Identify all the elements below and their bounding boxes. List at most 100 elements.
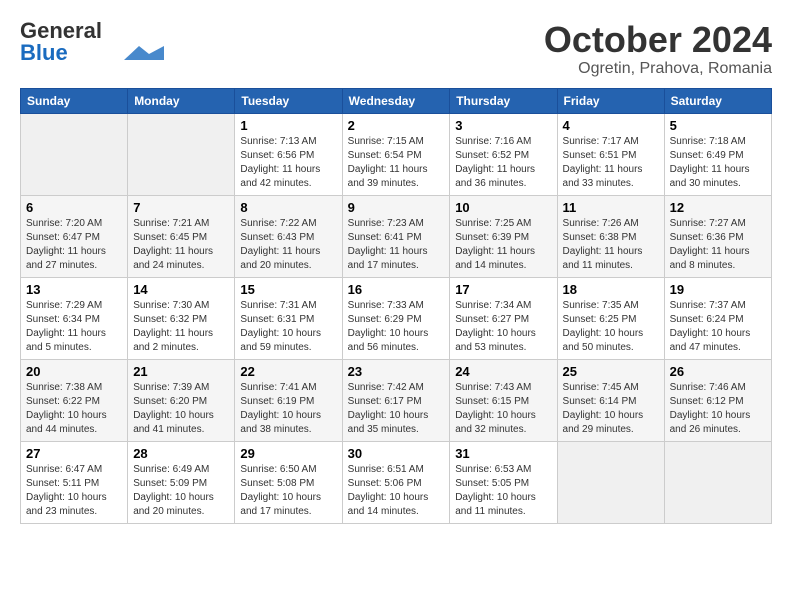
day-number: 28 [133,446,229,461]
calendar-week-row: 27 Sunrise: 6:47 AM Sunset: 5:11 PM Dayli… [21,441,772,523]
calendar-cell: 31 Sunrise: 6:53 AM Sunset: 5:05 PM Dayli… [450,441,557,523]
weekday-header: Friday [557,88,664,113]
day-info: Sunrise: 6:50 AM Sunset: 5:08 PM Dayligh… [240,463,336,519]
logo: General Blue [20,20,164,64]
calendar-cell: 18Sunrise: 7:35 AM Sunset: 6:25 PM Dayli… [557,277,664,359]
weekday-header-row: SundayMondayTuesdayWednesdayThursdayFrid… [21,88,772,113]
calendar-cell: 8Sunrise: 7:22 AM Sunset: 6:43 PM Daylig… [235,195,342,277]
calendar-cell [664,441,771,523]
day-number: 7 [133,200,229,215]
calendar-cell [557,441,664,523]
day-number: 24 [455,364,551,379]
day-number: 3 [455,118,551,133]
day-info: Sunrise: 7:31 AM Sunset: 6:31 PM Dayligh… [240,299,336,355]
day-number: 15 [240,282,336,297]
day-info: Sunrise: 7:39 AM Sunset: 6:20 PM Dayligh… [133,381,229,437]
day-info: Sunrise: 7:13 AM Sunset: 6:56 PM Dayligh… [240,135,336,191]
calendar-cell: 23Sunrise: 7:42 AM Sunset: 6:17 PM Dayli… [342,359,450,441]
day-info: Sunrise: 7:21 AM Sunset: 6:45 PM Dayligh… [133,217,229,273]
calendar-cell: 6 Sunrise: 7:20 AM Sunset: 6:47 PM Daylig… [21,195,128,277]
calendar-cell: 9 Sunrise: 7:23 AM Sunset: 6:41 PM Daylig… [342,195,450,277]
day-info: Sunrise: 7:29 AM Sunset: 6:34 PM Dayligh… [26,299,122,355]
day-info: Sunrise: 6:53 AM Sunset: 5:05 PM Dayligh… [455,463,551,519]
day-info: Sunrise: 7:20 AM Sunset: 6:47 PM Dayligh… [26,217,122,273]
day-number: 2 [348,118,445,133]
day-number: 30 [348,446,445,461]
day-info: Sunrise: 7:33 AM Sunset: 6:29 PM Dayligh… [348,299,445,355]
day-number: 11 [563,200,659,215]
weekday-header: Sunday [21,88,128,113]
weekday-header: Saturday [664,88,771,113]
day-number: 21 [133,364,229,379]
day-number: 13 [26,282,122,297]
calendar-week-row: 20 Sunrise: 7:38 AM Sunset: 6:22 PM Dayli… [21,359,772,441]
day-info: Sunrise: 7:18 AM Sunset: 6:49 PM Dayligh… [670,135,766,191]
calendar-cell: 26Sunrise: 7:46 AM Sunset: 6:12 PM Dayli… [664,359,771,441]
calendar-cell: 21 Sunrise: 7:39 AM Sunset: 6:20 PM Dayli… [128,359,235,441]
day-number: 17 [455,282,551,297]
calendar-cell: 24 Sunrise: 7:43 AM Sunset: 6:15 PM Dayli… [450,359,557,441]
day-number: 6 [26,200,122,215]
calendar-cell: 4 Sunrise: 7:17 AM Sunset: 6:51 PM Daylig… [557,113,664,195]
calendar-cell: 1 Sunrise: 7:13 AM Sunset: 6:56 PM Daylig… [235,113,342,195]
day-info: Sunrise: 7:43 AM Sunset: 6:15 PM Dayligh… [455,381,551,437]
month-title: October 2024 [544,20,772,60]
calendar-cell: 15 Sunrise: 7:31 AM Sunset: 6:31 PM Dayli… [235,277,342,359]
day-number: 14 [133,282,229,297]
day-info: Sunrise: 7:38 AM Sunset: 6:22 PM Dayligh… [26,381,122,437]
calendar-cell [128,113,235,195]
day-number: 12 [670,200,766,215]
day-number: 31 [455,446,551,461]
calendar-cell: 27 Sunrise: 6:47 AM Sunset: 5:11 PM Dayli… [21,441,128,523]
day-info: Sunrise: 7:34 AM Sunset: 6:27 PM Dayligh… [455,299,551,355]
calendar-cell: 14 Sunrise: 7:30 AM Sunset: 6:32 PM Dayli… [128,277,235,359]
day-number: 29 [240,446,336,461]
location-title: Ogretin, Prahova, Romania [544,60,772,78]
calendar-week-row: 13 Sunrise: 7:29 AM Sunset: 6:34 PM Dayli… [21,277,772,359]
day-info: Sunrise: 7:15 AM Sunset: 6:54 PM Dayligh… [348,135,445,191]
calendar-cell: 19Sunrise: 7:37 AM Sunset: 6:24 PM Dayli… [664,277,771,359]
day-number: 22 [240,364,336,379]
day-number: 9 [348,200,445,215]
day-number: 10 [455,200,551,215]
day-number: 20 [26,364,122,379]
day-info: Sunrise: 7:35 AM Sunset: 6:25 PM Dayligh… [563,299,659,355]
day-info: Sunrise: 7:17 AM Sunset: 6:51 PM Dayligh… [563,135,659,191]
day-info: Sunrise: 7:41 AM Sunset: 6:19 PM Dayligh… [240,381,336,437]
calendar-cell: 30 Sunrise: 6:51 AM Sunset: 5:06 PM Dayli… [342,441,450,523]
calendar-cell: 7 Sunrise: 7:21 AM Sunset: 6:45 PM Daylig… [128,195,235,277]
calendar-cell: 11Sunrise: 7:26 AM Sunset: 6:38 PM Dayli… [557,195,664,277]
day-info: Sunrise: 6:51 AM Sunset: 5:06 PM Dayligh… [348,463,445,519]
page-header: General Blue October 2024 Ogretin, Praho… [20,20,772,78]
calendar-cell: 29 Sunrise: 6:50 AM Sunset: 5:08 PM Dayli… [235,441,342,523]
day-info: Sunrise: 6:49 AM Sunset: 5:09 PM Dayligh… [133,463,229,519]
day-number: 5 [670,118,766,133]
day-number: 1 [240,118,336,133]
day-info: Sunrise: 7:45 AM Sunset: 6:14 PM Dayligh… [563,381,659,437]
day-number: 16 [348,282,445,297]
calendar-cell: 5 Sunrise: 7:18 AM Sunset: 6:49 PM Daylig… [664,113,771,195]
calendar-cell: 20 Sunrise: 7:38 AM Sunset: 6:22 PM Dayli… [21,359,128,441]
calendar-cell: 17 Sunrise: 7:34 AM Sunset: 6:27 PM Dayli… [450,277,557,359]
weekday-header: Wednesday [342,88,450,113]
day-info: Sunrise: 7:46 AM Sunset: 6:12 PM Dayligh… [670,381,766,437]
day-info: Sunrise: 7:23 AM Sunset: 6:41 PM Dayligh… [348,217,445,273]
calendar-cell [21,113,128,195]
day-number: 8 [240,200,336,215]
calendar-week-row: 1 Sunrise: 7:13 AM Sunset: 6:56 PM Daylig… [21,113,772,195]
day-info: Sunrise: 7:37 AM Sunset: 6:24 PM Dayligh… [670,299,766,355]
weekday-header: Tuesday [235,88,342,113]
day-info: Sunrise: 7:27 AM Sunset: 6:36 PM Dayligh… [670,217,766,273]
calendar-cell: 2 Sunrise: 7:15 AM Sunset: 6:54 PM Daylig… [342,113,450,195]
day-number: 27 [26,446,122,461]
day-info: Sunrise: 7:25 AM Sunset: 6:39 PM Dayligh… [455,217,551,273]
weekday-header: Thursday [450,88,557,113]
day-number: 25 [563,364,659,379]
calendar-cell: 12 Sunrise: 7:27 AM Sunset: 6:36 PM Dayli… [664,195,771,277]
day-info: Sunrise: 6:47 AM Sunset: 5:11 PM Dayligh… [26,463,122,519]
day-info: Sunrise: 7:30 AM Sunset: 6:32 PM Dayligh… [133,299,229,355]
day-number: 4 [563,118,659,133]
calendar-table: SundayMondayTuesdayWednesdayThursdayFrid… [20,88,772,524]
calendar-week-row: 6 Sunrise: 7:20 AM Sunset: 6:47 PM Daylig… [21,195,772,277]
calendar-cell: 22 Sunrise: 7:41 AM Sunset: 6:19 PM Dayli… [235,359,342,441]
